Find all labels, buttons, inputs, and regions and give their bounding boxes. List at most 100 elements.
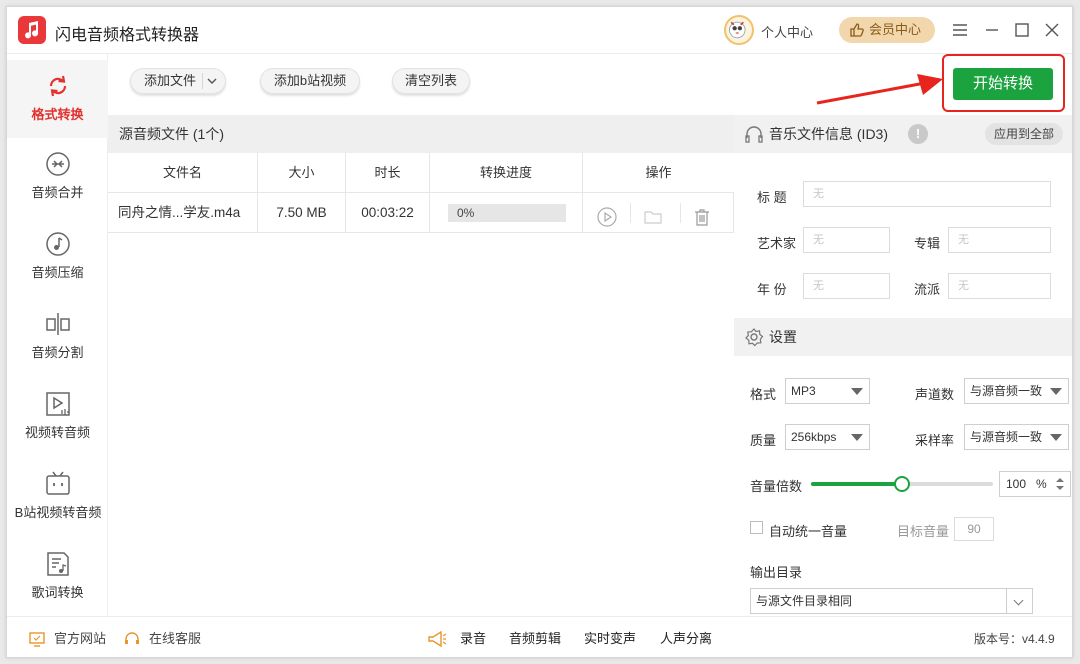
audio-merge-icon bbox=[45, 152, 70, 176]
id3-title: 音乐文件信息 (ID3) bbox=[769, 126, 888, 142]
channels-value: 与源音频一致 bbox=[970, 384, 1043, 398]
id3-header: 音乐文件信息 (ID3) ! 应用到全部 bbox=[734, 115, 1072, 153]
spin-arrows-icon[interactable] bbox=[1055, 476, 1065, 492]
samplerate-value: 与源音频一致 bbox=[970, 430, 1043, 444]
red-arrow-annotation bbox=[816, 74, 943, 105]
volume-label: 音量倍数 bbox=[750, 479, 803, 494]
close-icon[interactable] bbox=[1043, 21, 1061, 39]
sidebar-item-audio-merge[interactable]: 音频合并 bbox=[7, 150, 108, 230]
tool-audio-edit[interactable]: 音频剪辑 bbox=[509, 630, 561, 648]
sidebar-item-label: 音频合并 bbox=[31, 185, 84, 200]
app-window: 闪电音频格式转换器 个人中心 会员中心 格式转换 音频合并 音频压缩 音频分割 … bbox=[6, 6, 1073, 658]
album-field[interactable]: 无 bbox=[948, 227, 1051, 253]
volume-value: 100 bbox=[1006, 477, 1027, 491]
table-row[interactable]: 同舟之情...学友.m4a 7.50 MB 00:03:22 0% bbox=[108, 193, 734, 233]
play-icon[interactable] bbox=[597, 203, 617, 227]
quality-select[interactable]: 256kbps bbox=[785, 424, 870, 450]
add-file-button[interactable]: 添加文件 bbox=[130, 68, 226, 94]
sidebar-item-label: 格式转换 bbox=[31, 107, 84, 122]
sidebar-item-format-convert[interactable]: 格式转换 bbox=[7, 60, 108, 138]
column-header: 操作 bbox=[645, 165, 672, 180]
format-select[interactable]: MP3 bbox=[785, 378, 870, 404]
headset-icon bbox=[125, 632, 139, 644]
app-title: 闪电音频格式转换器 bbox=[55, 27, 200, 44]
monitor-icon bbox=[29, 632, 45, 647]
trash-icon[interactable] bbox=[692, 203, 712, 226]
table-header: 文件名 大小 时长 转换进度 操作 bbox=[108, 153, 734, 193]
volume-slider[interactable] bbox=[811, 476, 993, 492]
sidebar-item-audio-compress[interactable]: 音频压缩 bbox=[7, 230, 108, 310]
version-label: 版本号：v4.4.9 bbox=[974, 632, 1055, 646]
settings-title: 设置 bbox=[769, 329, 797, 345]
sidebar-item-label: 音频压缩 bbox=[31, 265, 84, 280]
column-header: 文件名 bbox=[108, 153, 258, 192]
sidebar-item-video-to-audio[interactable]: 视频转音频 bbox=[7, 390, 108, 470]
menu-icon[interactable] bbox=[951, 21, 969, 39]
channels-select[interactable]: 与源音频一致 bbox=[964, 378, 1069, 404]
volume-spinbox[interactable]: 100 % bbox=[999, 471, 1071, 497]
sidebar-item-label: 音频分割 bbox=[31, 345, 84, 360]
maximize-icon[interactable] bbox=[1013, 21, 1031, 39]
app-logo-icon bbox=[18, 16, 46, 44]
chevron-down-icon bbox=[1013, 595, 1024, 606]
auto-volume-label: 自动统一音量 bbox=[769, 524, 848, 539]
minimize-icon[interactable] bbox=[983, 21, 1001, 39]
lyrics-icon bbox=[46, 552, 69, 576]
right-panel: 音乐文件信息 (ID3) ! 应用到全部 标 题 无 艺术家 无 专辑 无 年 … bbox=[734, 115, 1072, 615]
caret-down-icon bbox=[851, 388, 863, 395]
info-icon[interactable]: ! bbox=[908, 124, 928, 144]
toolbar: 添加文件 添加b站视频 清空列表 bbox=[108, 54, 734, 114]
user-center-link[interactable]: 个人中心 bbox=[761, 22, 813, 41]
audio-split-icon bbox=[45, 313, 70, 335]
avatar[interactable] bbox=[724, 15, 754, 45]
year-field[interactable]: 无 bbox=[803, 273, 890, 299]
artist-label: 艺术家 bbox=[757, 236, 797, 251]
divider bbox=[630, 203, 631, 223]
add-bilibili-button[interactable]: 添加b站视频 bbox=[260, 68, 360, 94]
output-dir-select[interactable]: 与源文件目录相同 bbox=[750, 588, 1033, 614]
tool-record[interactable]: 录音 bbox=[460, 630, 486, 648]
chevron-down-icon[interactable] bbox=[207, 77, 217, 85]
file-name: 同舟之情...学友.m4a bbox=[108, 193, 258, 232]
column-header: 转换进度 bbox=[430, 153, 583, 192]
auto-volume-checkbox[interactable] bbox=[750, 521, 763, 534]
channels-label: 声道数 bbox=[915, 387, 955, 402]
title-label: 标 题 bbox=[757, 190, 787, 205]
title-bar: 闪电音频格式转换器 个人中心 会员中心 bbox=[7, 7, 1072, 54]
clear-list-button[interactable]: 清空列表 bbox=[392, 68, 470, 94]
apply-all-button[interactable]: 应用到全部 bbox=[985, 123, 1063, 145]
volume-unit: % bbox=[1036, 477, 1047, 491]
website-link[interactable]: 官方网站 bbox=[28, 630, 106, 648]
headphones-icon bbox=[745, 126, 763, 143]
file-list-header: 源音频文件 (1个) bbox=[108, 115, 734, 153]
sidebar-item-audio-split[interactable]: 音频分割 bbox=[7, 310, 108, 390]
file-duration: 00:03:22 bbox=[346, 193, 430, 232]
tool-voice-change[interactable]: 实时变声 bbox=[584, 630, 636, 648]
artist-field[interactable]: 无 bbox=[803, 227, 890, 253]
samplerate-select[interactable]: 与源音频一致 bbox=[964, 424, 1069, 450]
thumbs-up-icon bbox=[850, 23, 864, 37]
audio-compress-icon bbox=[45, 232, 70, 256]
sidebar: 格式转换 音频合并 音频压缩 音频分割 视频转音频 B站视频转音频 歌词转换 bbox=[7, 54, 108, 616]
volume-slider-handle[interactable] bbox=[894, 476, 910, 492]
format-convert-icon bbox=[49, 75, 66, 97]
sidebar-item-label: 歌词转换 bbox=[31, 585, 84, 600]
format-value: MP3 bbox=[791, 384, 816, 398]
dropdown-button[interactable] bbox=[1006, 589, 1032, 613]
sidebar-item-label: B站视频转音频 bbox=[14, 505, 102, 520]
genre-field[interactable]: 无 bbox=[948, 273, 1051, 299]
title-field[interactable]: 无 bbox=[803, 181, 1051, 207]
quality-label: 质量 bbox=[750, 433, 777, 448]
support-link[interactable]: 在线客服 bbox=[123, 630, 201, 648]
start-convert-button[interactable]: 开始转换 bbox=[953, 68, 1053, 100]
volume-slider-fill bbox=[811, 482, 902, 486]
caret-down-icon bbox=[1050, 434, 1062, 441]
target-volume-input[interactable]: 90 bbox=[954, 517, 994, 541]
megaphone-icon bbox=[428, 630, 447, 648]
year-label: 年 份 bbox=[757, 282, 787, 297]
folder-icon[interactable] bbox=[643, 203, 663, 224]
vip-center-button[interactable]: 会员中心 bbox=[839, 17, 935, 43]
tool-vocal-separation[interactable]: 人声分离 bbox=[660, 630, 712, 648]
column-header: 大小 bbox=[258, 153, 346, 192]
divider bbox=[680, 203, 681, 223]
